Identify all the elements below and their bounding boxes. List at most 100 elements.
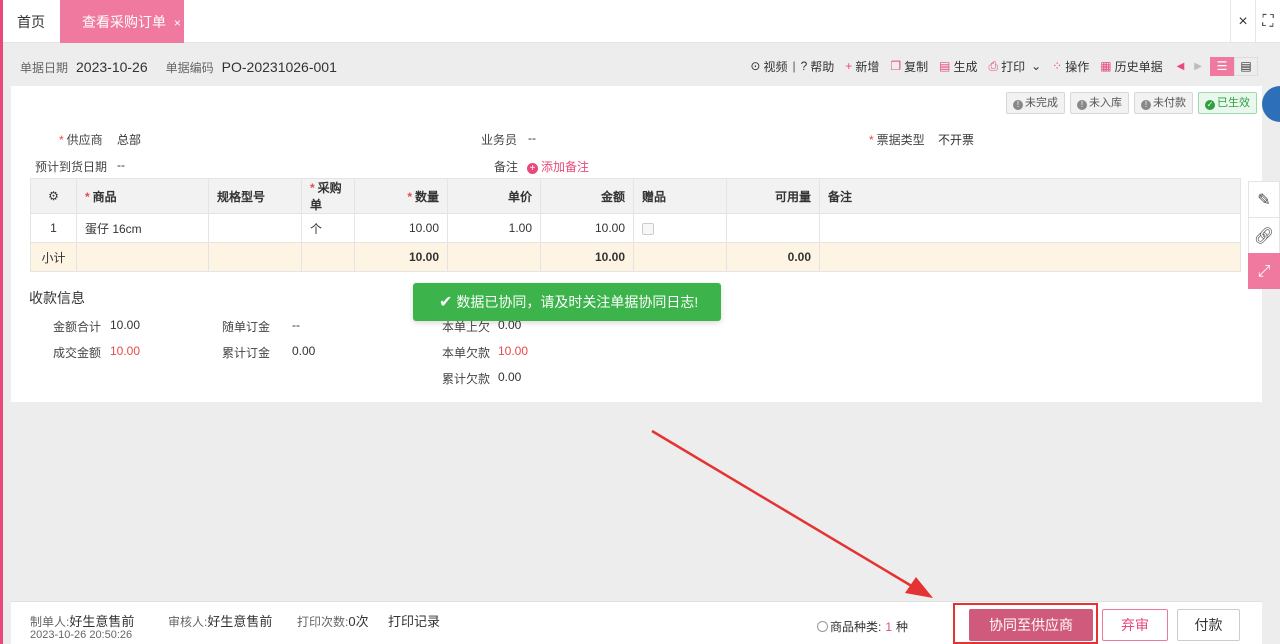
abandon-audit-button[interactable]: 弃审 bbox=[1102, 609, 1168, 641]
info-icon: ! bbox=[1013, 100, 1023, 110]
cell-goods: 蛋仔 16cm bbox=[76, 213, 209, 243]
operate-label: 操作 bbox=[1065, 59, 1090, 74]
card-view-icon[interactable]: ▤ bbox=[1234, 56, 1258, 76]
auditor-label: 审核人: bbox=[168, 615, 208, 629]
copy-icon: ❐ bbox=[890, 59, 902, 73]
next-arrow-icon[interactable]: ▶ bbox=[1194, 61, 1202, 72]
add-button[interactable]: + 新增 bbox=[845, 58, 879, 75]
status-label: 已生效 bbox=[1217, 97, 1250, 109]
settings-gear-icon[interactable]: ⚙ bbox=[30, 178, 77, 214]
toast-message: 数据已协同，请及时关注单据协同日志! bbox=[456, 294, 699, 310]
with-order-value: -- bbox=[292, 318, 300, 332]
goods-kinds-label: 商品种类: bbox=[830, 620, 882, 634]
status-label: 未付款 bbox=[1153, 97, 1186, 109]
col-qty: * 数量 bbox=[354, 178, 448, 214]
left-accent-stripe bbox=[0, 0, 3, 644]
status-label: 未完成 bbox=[1025, 97, 1058, 109]
link-icon[interactable]: 🔗︎ bbox=[1248, 217, 1280, 253]
print-count-value: 0次 bbox=[348, 614, 369, 629]
cell-amount: 10.00 bbox=[540, 213, 634, 243]
grid-icon: ⁘ bbox=[1052, 59, 1063, 73]
copy-button[interactable]: ❐ 复制 bbox=[890, 58, 928, 75]
document-info: 单据日期 2023-10-26 单据编码 PO-20231026-001 bbox=[20, 57, 355, 77]
print-button[interactable]: ⎙ 打印 ⌄ bbox=[988, 58, 1041, 75]
cell-spec bbox=[208, 213, 302, 243]
history-icon: ▦ bbox=[1100, 59, 1112, 73]
cell-unit: 个 bbox=[301, 213, 355, 243]
status-badge: ! 未入库 bbox=[1070, 92, 1129, 114]
note-label: 备注 bbox=[494, 160, 519, 174]
print-count-label: 打印次数: bbox=[297, 615, 349, 629]
subtotal-available: 0.00 bbox=[726, 242, 820, 272]
col-amount: 金额 bbox=[540, 178, 634, 214]
subtotal-amount: 10.00 bbox=[540, 242, 634, 272]
note-icon[interactable]: ✎ bbox=[1248, 181, 1280, 217]
video-label: 视频 bbox=[763, 59, 788, 74]
tab-home[interactable]: 首页 bbox=[17, 0, 45, 43]
radio-icon bbox=[817, 621, 828, 632]
generate-button[interactable]: ▤ 生成 bbox=[939, 58, 977, 75]
help-label: 帮助 bbox=[810, 59, 835, 74]
status-badge-effective: ✓ 已生效 bbox=[1198, 92, 1257, 114]
copy-label: 复制 bbox=[904, 59, 929, 74]
col-gift: 赠品 bbox=[633, 178, 727, 214]
add-note-button[interactable]: + 添加备注 bbox=[527, 158, 589, 175]
invoice-type-label: * 票据类型 bbox=[869, 133, 925, 147]
help-button[interactable]: ? 帮助 bbox=[801, 58, 835, 75]
subtotal-row: 小计 10.00 10.00 0.00 bbox=[30, 242, 1241, 272]
status-label: 未入库 bbox=[1089, 97, 1122, 109]
subtotal-label: 小计 bbox=[30, 242, 77, 272]
eta-label: 预计到货日期 bbox=[35, 160, 108, 174]
side-tools: ✎ 🔗︎ ⤢ bbox=[1248, 181, 1280, 289]
plus-icon: + bbox=[845, 59, 853, 73]
date-value: 2023-10-26 bbox=[76, 59, 148, 75]
list-view-icon[interactable]: ☰ bbox=[1210, 56, 1234, 76]
document-icon: ▤ bbox=[939, 59, 951, 73]
prev-arrow-icon[interactable]: ◀ bbox=[1177, 61, 1185, 72]
info-icon: ! bbox=[1141, 100, 1151, 110]
video-button[interactable]: ⊙ 视频 bbox=[750, 58, 787, 75]
maker-info: 制单人:好生意售前 bbox=[30, 611, 134, 630]
row-index: 1 bbox=[30, 213, 77, 243]
goods-kinds-value: 1 bbox=[885, 620, 893, 634]
chevron-down-icon[interactable]: ⌄ bbox=[1031, 59, 1041, 73]
order-card: ! 未完成 ! 未入库 ! 未付款 ✓ 已生效 * 供应商 总部 业务员 -- * 票据类型… bbox=[11, 86, 1262, 402]
history-label: 历史单据 bbox=[1114, 59, 1163, 74]
supplier-label: * 供应商 bbox=[59, 133, 103, 147]
cell-available bbox=[726, 213, 820, 243]
status-badge: ! 未完成 bbox=[1006, 92, 1065, 114]
table-row[interactable]: 1 蛋仔 16cm 个 10.00 1.00 10.00 bbox=[30, 213, 1241, 243]
print-record-link[interactable]: 打印记录 bbox=[388, 611, 440, 630]
help-icon: ? bbox=[800, 59, 808, 73]
cum-debt-label: 累计欠款 bbox=[442, 372, 491, 386]
col-remark: 备注 bbox=[819, 178, 1241, 214]
auditor-info: 审核人:好生意售前 bbox=[168, 611, 272, 630]
supplier-value: 总部 bbox=[117, 133, 142, 147]
salesman-label: 业务员 bbox=[481, 133, 518, 147]
cell-price: 1.00 bbox=[447, 213, 541, 243]
history-button[interactable]: ▦ 历史单据 bbox=[1100, 58, 1162, 75]
tab-view-purchase-order[interactable]: 查看采购订单 × bbox=[60, 0, 184, 43]
col-goods: * 商品 bbox=[76, 178, 209, 214]
gift-checkbox[interactable] bbox=[642, 222, 654, 235]
goods-kinds-unit: 种 bbox=[896, 620, 909, 634]
add-label: 新增 bbox=[855, 59, 880, 74]
play-icon: ⊙ bbox=[750, 59, 761, 73]
check-icon: ✓ bbox=[1205, 100, 1215, 110]
fullscreen-icon[interactable]: ⛶ bbox=[1255, 0, 1280, 43]
goods-table: ⚙ * 商品 规格型号 * 采购单 * 数量 单价 金额 赠品 可用量 备注 1 蛋仔… bbox=[30, 178, 1241, 272]
annotation-highlight-box bbox=[953, 603, 1098, 644]
expand-icon[interactable]: ⤢ bbox=[1248, 253, 1280, 289]
divider: | bbox=[792, 59, 796, 73]
pay-button[interactable]: 付款 bbox=[1177, 609, 1240, 641]
col-available: 可用量 bbox=[726, 178, 820, 214]
operate-button[interactable]: ⁘ 操作 bbox=[1052, 58, 1089, 75]
cur-debt-label: 本单欠款 bbox=[442, 346, 491, 360]
close-icon[interactable]: × bbox=[1230, 0, 1255, 43]
col-price: 单价 bbox=[447, 178, 541, 214]
total-label: 金额合计 bbox=[53, 320, 102, 334]
tab-close-icon[interactable]: × bbox=[174, 16, 181, 30]
plus-circle-icon: + bbox=[527, 163, 538, 174]
status-badges: ! 未完成 ! 未入库 ! 未付款 ✓ 已生效 bbox=[1001, 92, 1257, 114]
assistant-logo-icon[interactable] bbox=[1262, 86, 1280, 122]
